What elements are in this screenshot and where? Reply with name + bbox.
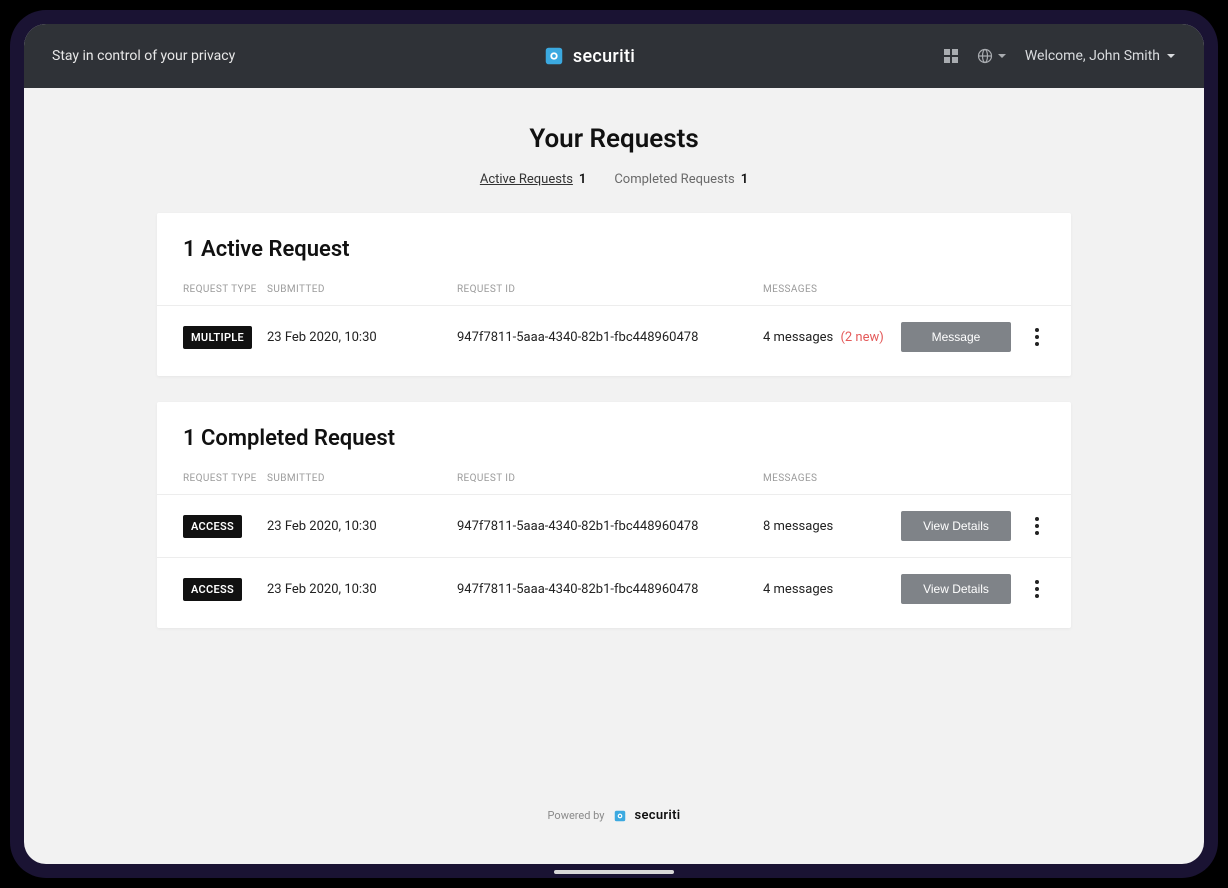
footer: Powered by securiti — [24, 808, 1204, 823]
row-menu-icon[interactable] — [1029, 327, 1045, 347]
user-menu[interactable]: Welcome, John Smith — [1025, 48, 1176, 64]
cell-submitted: 23 Feb 2020, 10:30 — [267, 582, 457, 597]
col-header-messages: MESSAGES — [763, 473, 899, 484]
welcome-text: Welcome, John Smith — [1025, 48, 1160, 64]
main-content: Your Requests Active Requests 1 Complete… — [24, 88, 1204, 864]
request-type-badge: ACCESS — [183, 578, 242, 601]
chevron-down-icon — [1166, 51, 1176, 61]
cell-submitted: 23 Feb 2020, 10:30 — [267, 330, 457, 345]
new-messages-count: (2 new) — [840, 330, 883, 345]
row-menu-icon[interactable] — [1029, 579, 1045, 599]
tab-count: 1 — [579, 172, 586, 187]
table-row: ACCESS 23 Feb 2020, 10:30 947f7811-5aaa-… — [157, 495, 1071, 558]
message-button[interactable]: Message — [901, 322, 1011, 352]
col-header-submitted: SUBMITTED — [267, 284, 457, 295]
table-row: MULTIPLE 23 Feb 2020, 10:30 947f7811-5aa… — [157, 306, 1071, 368]
col-header-submitted: SUBMITTED — [267, 473, 457, 484]
row-menu-icon[interactable] — [1029, 516, 1045, 536]
brand-name: securiti — [573, 46, 635, 67]
table-header: REQUEST TYPE SUBMITTED REQUEST ID MESSAG… — [157, 459, 1071, 495]
col-header-messages: MESSAGES — [763, 284, 899, 295]
cell-request-id: 947f7811-5aaa-4340-82b1-fbc448960478 — [457, 330, 763, 345]
tab-label: Completed Requests — [614, 172, 734, 187]
request-tabs: Active Requests 1 Completed Requests 1 — [24, 172, 1204, 187]
table-row: ACCESS 23 Feb 2020, 10:30 947f7811-5aaa-… — [157, 558, 1071, 620]
cell-request-id: 947f7811-5aaa-4340-82b1-fbc448960478 — [457, 582, 763, 597]
request-type-badge: MULTIPLE — [183, 326, 252, 349]
view-details-button[interactable]: View Details — [901, 574, 1011, 604]
tab-completed-requests[interactable]: Completed Requests 1 — [614, 172, 748, 187]
footer-brand-name: securiti — [635, 808, 681, 823]
language-selector[interactable] — [977, 48, 1007, 64]
col-header-type: REQUEST TYPE — [183, 473, 267, 484]
table-header: REQUEST TYPE SUBMITTED REQUEST ID MESSAG… — [157, 270, 1071, 306]
cell-messages: 8 messages — [763, 519, 899, 534]
tab-label: Active Requests — [480, 172, 573, 187]
panel-title: 1 Completed Request — [157, 402, 1071, 459]
completed-requests-panel: 1 Completed Request REQUEST TYPE SUBMITT… — [157, 402, 1071, 628]
col-header-reqid: REQUEST ID — [457, 284, 763, 295]
col-header-type: REQUEST TYPE — [183, 284, 267, 295]
view-details-button[interactable]: View Details — [901, 511, 1011, 541]
cell-request-id: 947f7811-5aaa-4340-82b1-fbc448960478 — [457, 519, 763, 534]
device-frame: Stay in control of your privacy securiti… — [10, 10, 1218, 878]
screen: Stay in control of your privacy securiti… — [24, 24, 1204, 864]
request-type-badge: ACCESS — [183, 515, 242, 538]
powered-by-text: Powered by — [548, 809, 605, 822]
tagline: Stay in control of your privacy — [52, 48, 235, 64]
panel-title: 1 Active Request — [157, 213, 1071, 270]
dashboard-icon[interactable] — [943, 48, 959, 64]
tab-count: 1 — [741, 172, 748, 187]
home-indicator — [554, 870, 674, 874]
active-requests-panel: 1 Active Request REQUEST TYPE SUBMITTED … — [157, 213, 1071, 376]
cell-messages: 4 messages (2 new) — [763, 330, 899, 345]
topbar: Stay in control of your privacy securiti… — [24, 24, 1204, 88]
brand-logo: securiti — [235, 45, 943, 67]
brand-mark-icon — [543, 45, 565, 67]
page-title: Your Requests — [24, 124, 1204, 154]
brand-mark-icon — [613, 809, 627, 823]
tab-active-requests[interactable]: Active Requests 1 — [480, 172, 587, 187]
cell-submitted: 23 Feb 2020, 10:30 — [267, 519, 457, 534]
col-header-reqid: REQUEST ID — [457, 473, 763, 484]
cell-messages: 4 messages — [763, 582, 899, 597]
chevron-down-icon — [997, 51, 1007, 61]
